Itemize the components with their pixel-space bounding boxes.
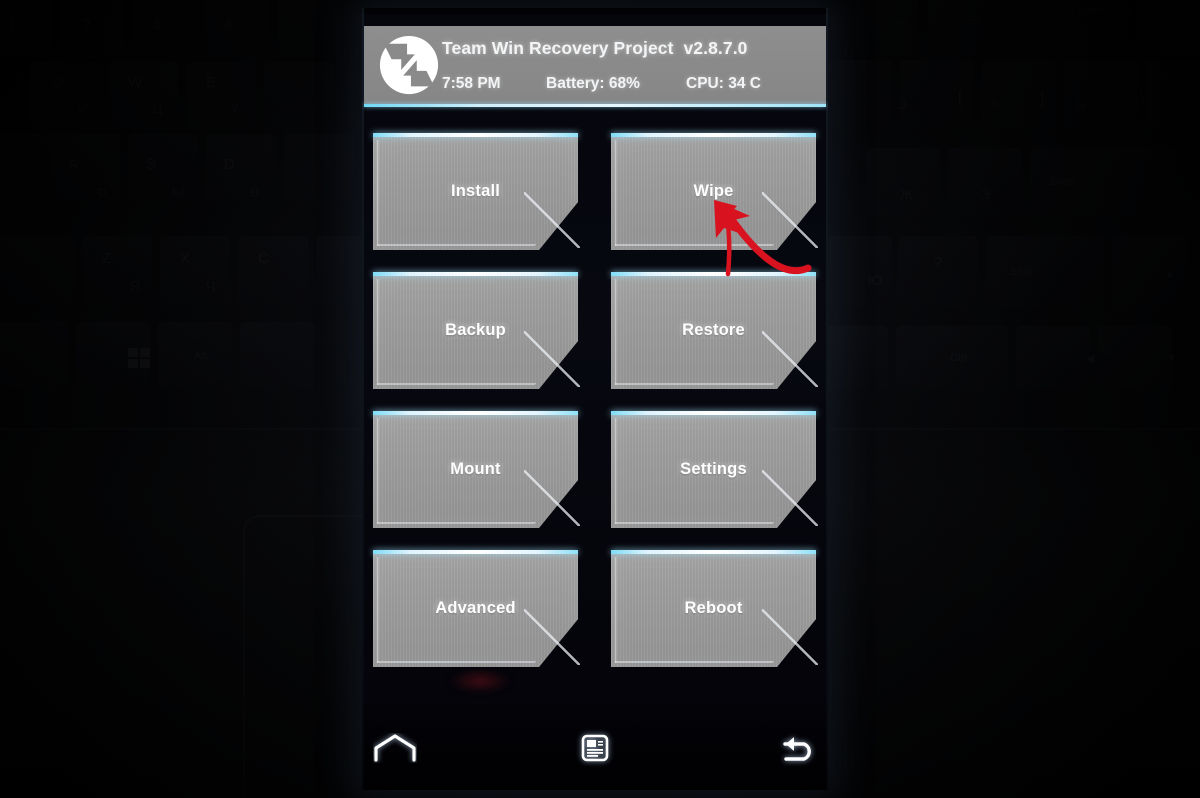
menu-button-wipe[interactable]: Wipe bbox=[611, 133, 818, 250]
menu-button-settings[interactable]: Settings bbox=[611, 411, 818, 528]
status-battery: Battery: 68% bbox=[546, 75, 640, 92]
photo-of-phone-on-keyboard: 1 2 3 4 Q W E Й Ц У A S D Ф Ы В Z X C Я … bbox=[0, 0, 1200, 798]
button-top-highlight bbox=[373, 133, 578, 137]
laptop-body-outline bbox=[243, 515, 373, 798]
home-icon bbox=[374, 734, 416, 762]
menu-button-backup[interactable]: Backup bbox=[373, 272, 580, 389]
button-face bbox=[611, 414, 816, 528]
button-top-highlight bbox=[611, 272, 816, 276]
twrp-logo-icon bbox=[379, 35, 439, 95]
button-face bbox=[373, 553, 578, 667]
menu-button-advanced[interactable]: Advanced bbox=[373, 550, 580, 667]
nav-back-button[interactable] bbox=[762, 722, 828, 774]
nav-console-button[interactable] bbox=[562, 722, 628, 774]
console-log-icon bbox=[581, 734, 609, 762]
button-top-highlight bbox=[373, 411, 578, 415]
button-top-highlight bbox=[611, 133, 816, 137]
status-cpu: CPU: 34 C bbox=[686, 75, 761, 92]
page-title: Team Win Recovery Project v2.8.7.0 bbox=[442, 38, 748, 58]
main-menu-grid: Install Wipe Backup Restore Mount Settin… bbox=[362, 124, 828, 680]
button-face bbox=[373, 275, 578, 389]
button-face bbox=[373, 414, 578, 528]
menu-button-restore[interactable]: Restore bbox=[611, 272, 818, 389]
button-face bbox=[611, 553, 816, 667]
twrp-navigation-bar bbox=[362, 704, 828, 790]
button-top-highlight bbox=[373, 272, 578, 276]
button-top-highlight bbox=[611, 550, 816, 554]
button-face bbox=[611, 275, 816, 389]
button-top-highlight bbox=[611, 411, 816, 415]
header-accent-line bbox=[364, 104, 826, 107]
button-face bbox=[373, 136, 578, 250]
phone-screen: Team Win Recovery Project v2.8.7.0 7:58 … bbox=[362, 8, 828, 790]
nav-home-button[interactable] bbox=[362, 722, 428, 774]
menu-button-install[interactable]: Install bbox=[373, 133, 580, 250]
button-top-highlight bbox=[373, 550, 578, 554]
menu-button-reboot[interactable]: Reboot bbox=[611, 550, 818, 667]
button-face bbox=[611, 136, 816, 250]
twrp-header-bar: Team Win Recovery Project v2.8.7.0 7:58 … bbox=[364, 26, 826, 104]
menu-button-mount[interactable]: Mount bbox=[373, 411, 580, 528]
status-time: 7:58 PM bbox=[442, 75, 501, 92]
back-arrow-icon bbox=[783, 737, 811, 761]
bezel-left bbox=[362, 8, 364, 790]
twrp-main-menu-screen: Team Win Recovery Project v2.8.7.0 7:58 … bbox=[362, 14, 828, 790]
bezel-right bbox=[826, 8, 828, 790]
windows-key-icon bbox=[128, 348, 150, 368]
